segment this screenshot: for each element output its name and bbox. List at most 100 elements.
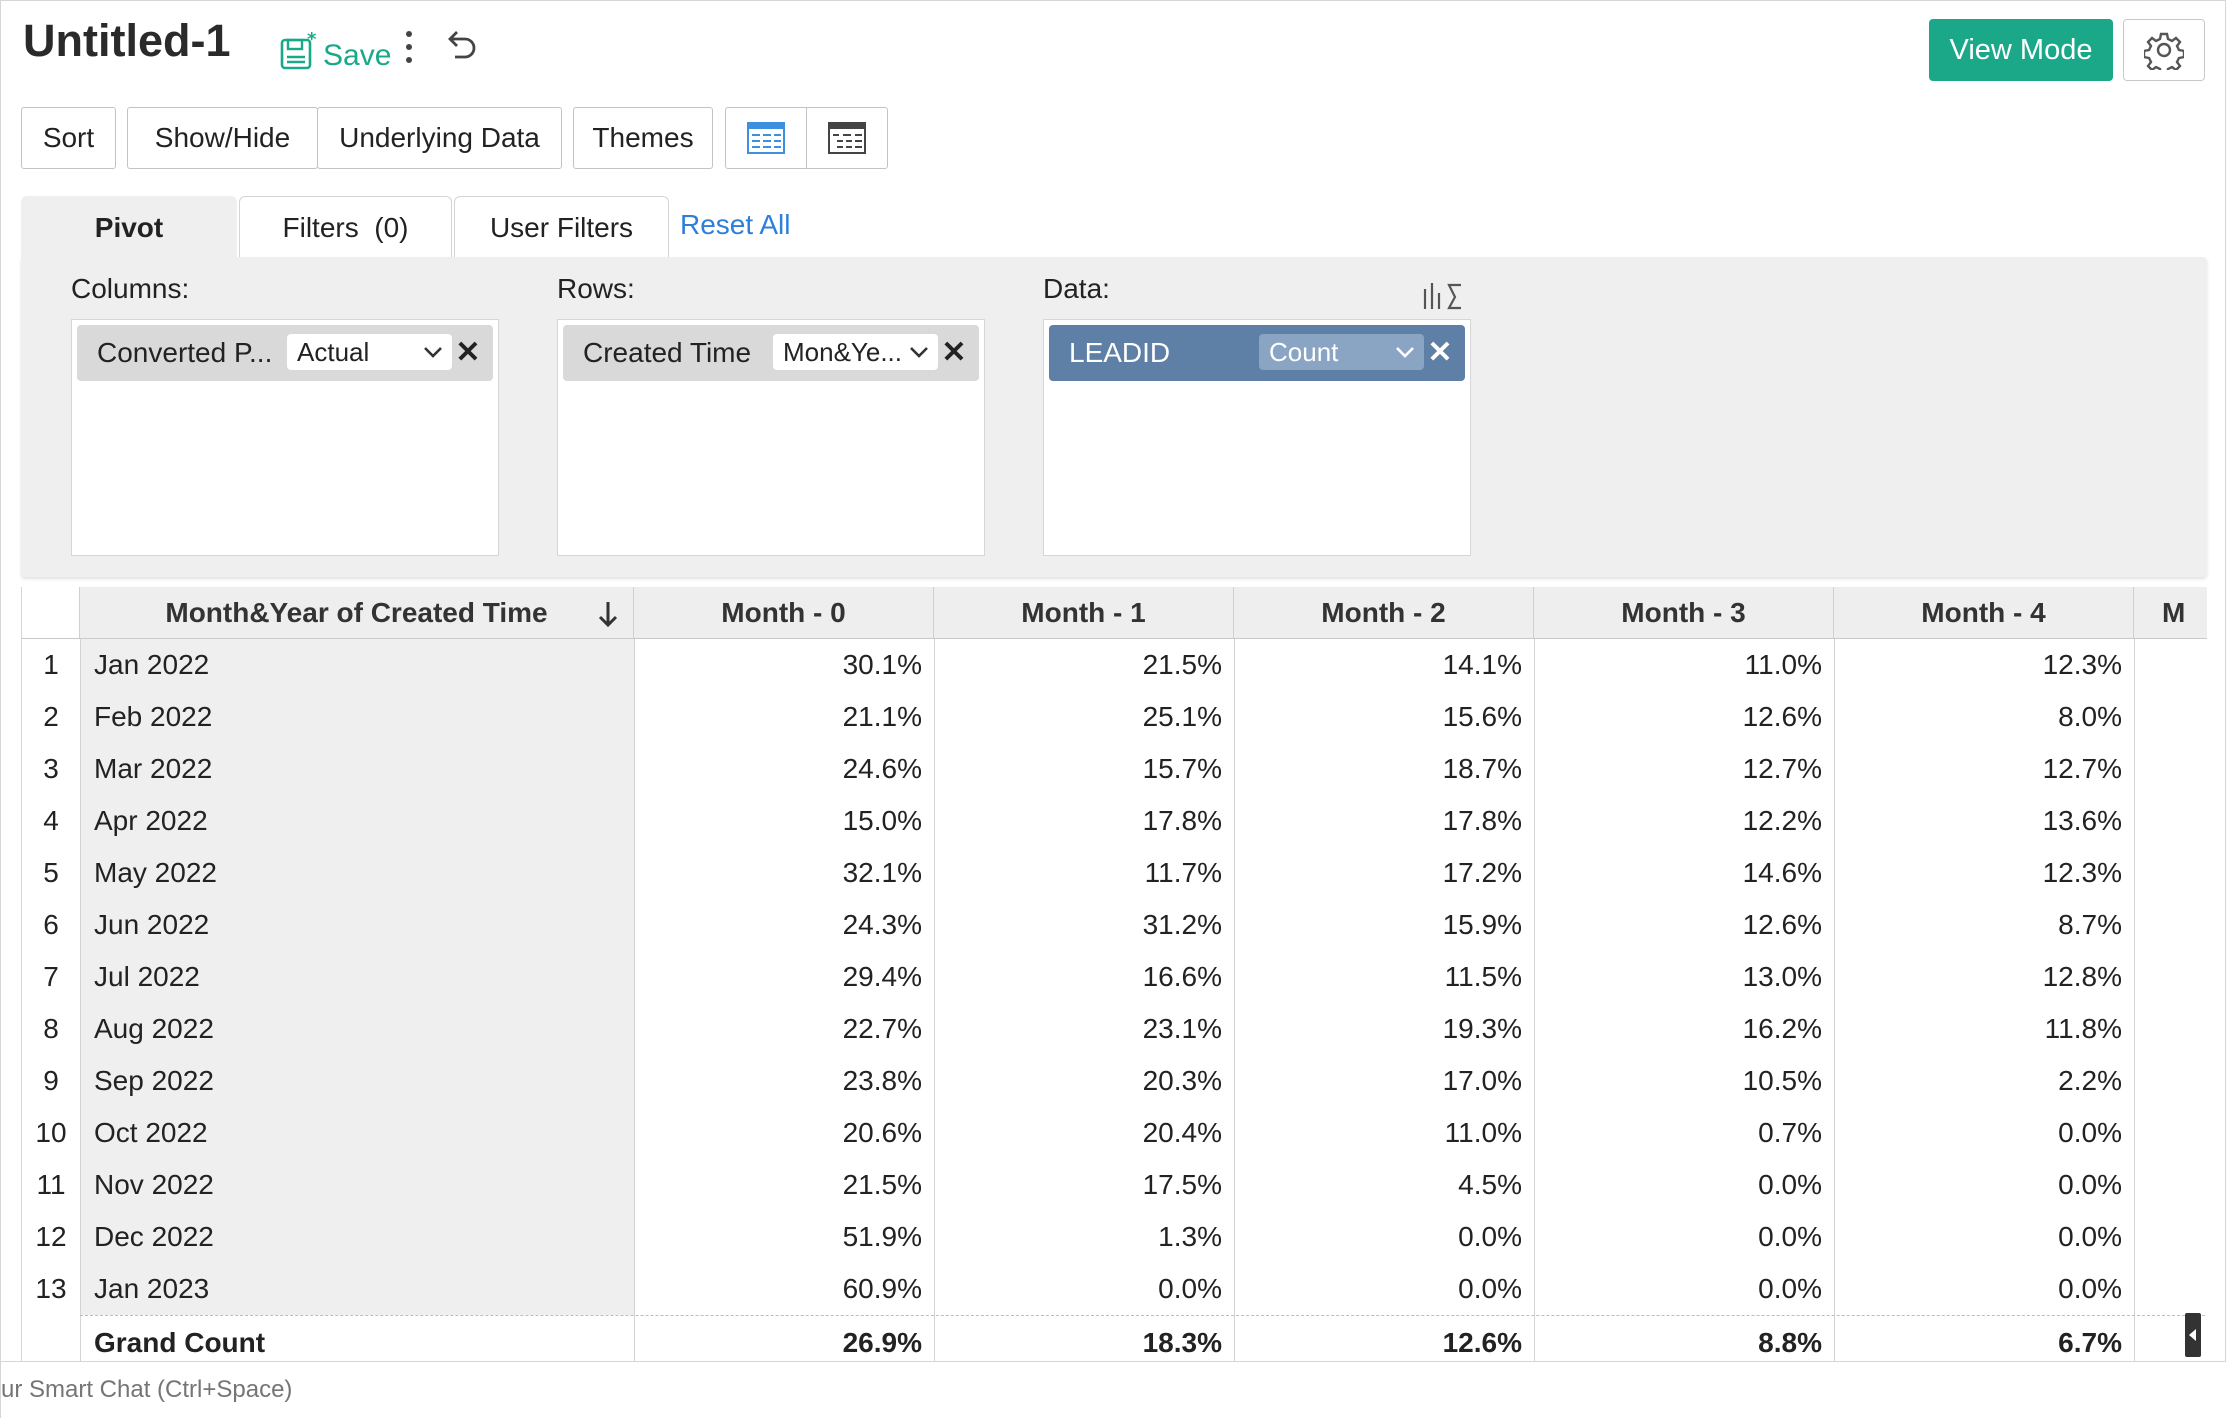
table-cell[interactable]: 2.2% xyxy=(1834,1055,2134,1107)
table-cell[interactable]: 0.0% xyxy=(1534,1211,1834,1263)
table-cell[interactable]: 12.3% xyxy=(1834,639,2134,691)
table-cell[interactable]: 20.6% xyxy=(634,1107,934,1159)
tab-pivot[interactable]: Pivot xyxy=(21,196,237,259)
table-cell[interactable]: 15.9% xyxy=(1234,899,1534,951)
grand-total-cell[interactable]: 6.7% xyxy=(1834,1317,2134,1361)
table-cell[interactable]: 0.0% xyxy=(1234,1211,1534,1263)
table-cell[interactable]: 12.8% xyxy=(1834,951,2134,1003)
table-cell[interactable]: 23.8% xyxy=(634,1055,934,1107)
table-cell[interactable]: 15.7% xyxy=(934,743,1234,795)
table-cell[interactable]: 15.0% xyxy=(634,795,934,847)
column-header[interactable]: M xyxy=(2134,587,2207,639)
report-title[interactable]: Untitled-1 xyxy=(23,15,231,67)
column-header[interactable]: Month - 4 xyxy=(1834,587,2134,639)
table-cell[interactable]: 16.2% xyxy=(1534,1003,1834,1055)
column-header[interactable]: Month - 0 xyxy=(634,587,934,639)
table-cell[interactable]: 17.8% xyxy=(1234,795,1534,847)
remove-column-field-icon[interactable]: ✕ xyxy=(453,336,483,369)
table-cell[interactable]: 21.1% xyxy=(634,691,934,743)
table-cell[interactable]: 1.3% xyxy=(934,1211,1234,1263)
themes-button[interactable]: Themes xyxy=(573,107,713,169)
table-cell[interactable]: 12.6% xyxy=(1534,691,1834,743)
row-label[interactable]: Jan 2023 xyxy=(80,1263,634,1315)
table-cell[interactable]: 29.4% xyxy=(634,951,934,1003)
table-cell[interactable]: 32.1% xyxy=(634,847,934,899)
tabular-layout-button[interactable] xyxy=(726,108,807,168)
grand-total-cell[interactable]: 12.6% xyxy=(1234,1317,1534,1361)
horizontal-scroll-handle[interactable] xyxy=(2185,1313,2201,1357)
table-cell[interactable]: 13.6% xyxy=(1834,795,2134,847)
table-cell[interactable]: 22.7% xyxy=(634,1003,934,1055)
remove-data-field-icon[interactable]: ✕ xyxy=(1425,336,1455,369)
table-cell[interactable]: 30.1% xyxy=(634,639,934,691)
table-cell[interactable]: 17.8% xyxy=(934,795,1234,847)
sort-descending-icon[interactable] xyxy=(597,599,619,629)
row-label[interactable]: Jul 2022 xyxy=(80,951,634,1003)
column-field-chip[interactable]: Converted P... Actual ✕ xyxy=(77,325,493,381)
show-hide-button[interactable]: Show/Hide xyxy=(127,107,318,169)
row-label[interactable]: Oct 2022 xyxy=(80,1107,634,1159)
table-cell[interactable]: 21.5% xyxy=(634,1159,934,1211)
table-cell[interactable]: 0.0% xyxy=(1534,1263,1834,1315)
row-label[interactable]: Mar 2022 xyxy=(80,743,634,795)
table-cell[interactable]: 17.5% xyxy=(934,1159,1234,1211)
row-label[interactable]: Nov 2022 xyxy=(80,1159,634,1211)
table-cell[interactable]: 0.0% xyxy=(1834,1263,2134,1315)
table-cell[interactable]: 14.1% xyxy=(1234,639,1534,691)
save-button[interactable]: * Save xyxy=(279,21,391,71)
table-cell[interactable]: 11.0% xyxy=(1534,639,1834,691)
table-cell[interactable]: 24.3% xyxy=(634,899,934,951)
table-cell[interactable]: 12.6% xyxy=(1534,899,1834,951)
row-label[interactable]: Jan 2022 xyxy=(80,639,634,691)
undo-icon[interactable] xyxy=(441,25,481,65)
column-header[interactable]: Month - 3 xyxy=(1534,587,1834,639)
data-field-chip[interactable]: LEADID Count ✕ xyxy=(1049,325,1465,381)
table-cell[interactable]: 25.1% xyxy=(934,691,1234,743)
table-cell[interactable]: 0.0% xyxy=(1534,1159,1834,1211)
more-options-icon[interactable] xyxy=(397,25,421,69)
grand-total-cell[interactable]: 8.8% xyxy=(1534,1317,1834,1361)
table-cell[interactable]: 0.0% xyxy=(1834,1159,2134,1211)
table-cell[interactable]: 4.5% xyxy=(1234,1159,1534,1211)
table-cell[interactable]: 15.6% xyxy=(1234,691,1534,743)
table-cell[interactable]: 0.0% xyxy=(1834,1107,2134,1159)
table-cell[interactable]: 20.4% xyxy=(934,1107,1234,1159)
row-header-cell[interactable]: Month&Year of Created Time xyxy=(80,587,634,639)
row-label[interactable]: May 2022 xyxy=(80,847,634,899)
table-cell[interactable]: 60.9% xyxy=(634,1263,934,1315)
tab-filters[interactable]: Filters (0) xyxy=(239,196,452,259)
data-summary-icon[interactable] xyxy=(1421,277,1467,311)
grand-total-cell[interactable]: 18.3% xyxy=(934,1317,1234,1361)
row-label[interactable]: Jun 2022 xyxy=(80,899,634,951)
table-cell[interactable]: 21.5% xyxy=(934,639,1234,691)
tab-user-filters[interactable]: User Filters xyxy=(454,196,669,259)
table-cell[interactable]: 11.8% xyxy=(1834,1003,2134,1055)
column-header[interactable]: Month - 2 xyxy=(1234,587,1534,639)
column-header[interactable]: Month - 1 xyxy=(934,587,1234,639)
table-cell[interactable]: 12.7% xyxy=(1834,743,2134,795)
table-cell[interactable]: 11.5% xyxy=(1234,951,1534,1003)
data-function-select[interactable]: Count xyxy=(1259,334,1424,370)
column-function-select[interactable]: Actual xyxy=(287,334,452,370)
table-cell[interactable]: 11.0% xyxy=(1234,1107,1534,1159)
table-cell[interactable]: 8.0% xyxy=(1834,691,2134,743)
table-cell[interactable]: 17.2% xyxy=(1234,847,1534,899)
smart-chat-input[interactable] xyxy=(1,1376,601,1404)
table-cell[interactable]: 0.7% xyxy=(1534,1107,1834,1159)
underlying-data-button[interactable]: Underlying Data xyxy=(317,107,562,169)
table-cell[interactable]: 8.7% xyxy=(1834,899,2134,951)
table-cell[interactable]: 10.5% xyxy=(1534,1055,1834,1107)
remove-row-field-icon[interactable]: ✕ xyxy=(939,336,969,369)
table-cell[interactable]: 0.0% xyxy=(934,1263,1234,1315)
table-cell[interactable]: 31.2% xyxy=(934,899,1234,951)
compact-layout-button[interactable] xyxy=(807,108,887,168)
reset-all-link[interactable]: Reset All xyxy=(680,209,791,241)
row-label[interactable]: Feb 2022 xyxy=(80,691,634,743)
table-cell[interactable]: 14.6% xyxy=(1534,847,1834,899)
row-label[interactable]: Dec 2022 xyxy=(80,1211,634,1263)
table-cell[interactable]: 24.6% xyxy=(634,743,934,795)
table-cell[interactable]: 12.3% xyxy=(1834,847,2134,899)
table-cell[interactable]: 19.3% xyxy=(1234,1003,1534,1055)
table-cell[interactable]: 13.0% xyxy=(1534,951,1834,1003)
grand-total-cell[interactable]: 26.9% xyxy=(634,1317,934,1361)
